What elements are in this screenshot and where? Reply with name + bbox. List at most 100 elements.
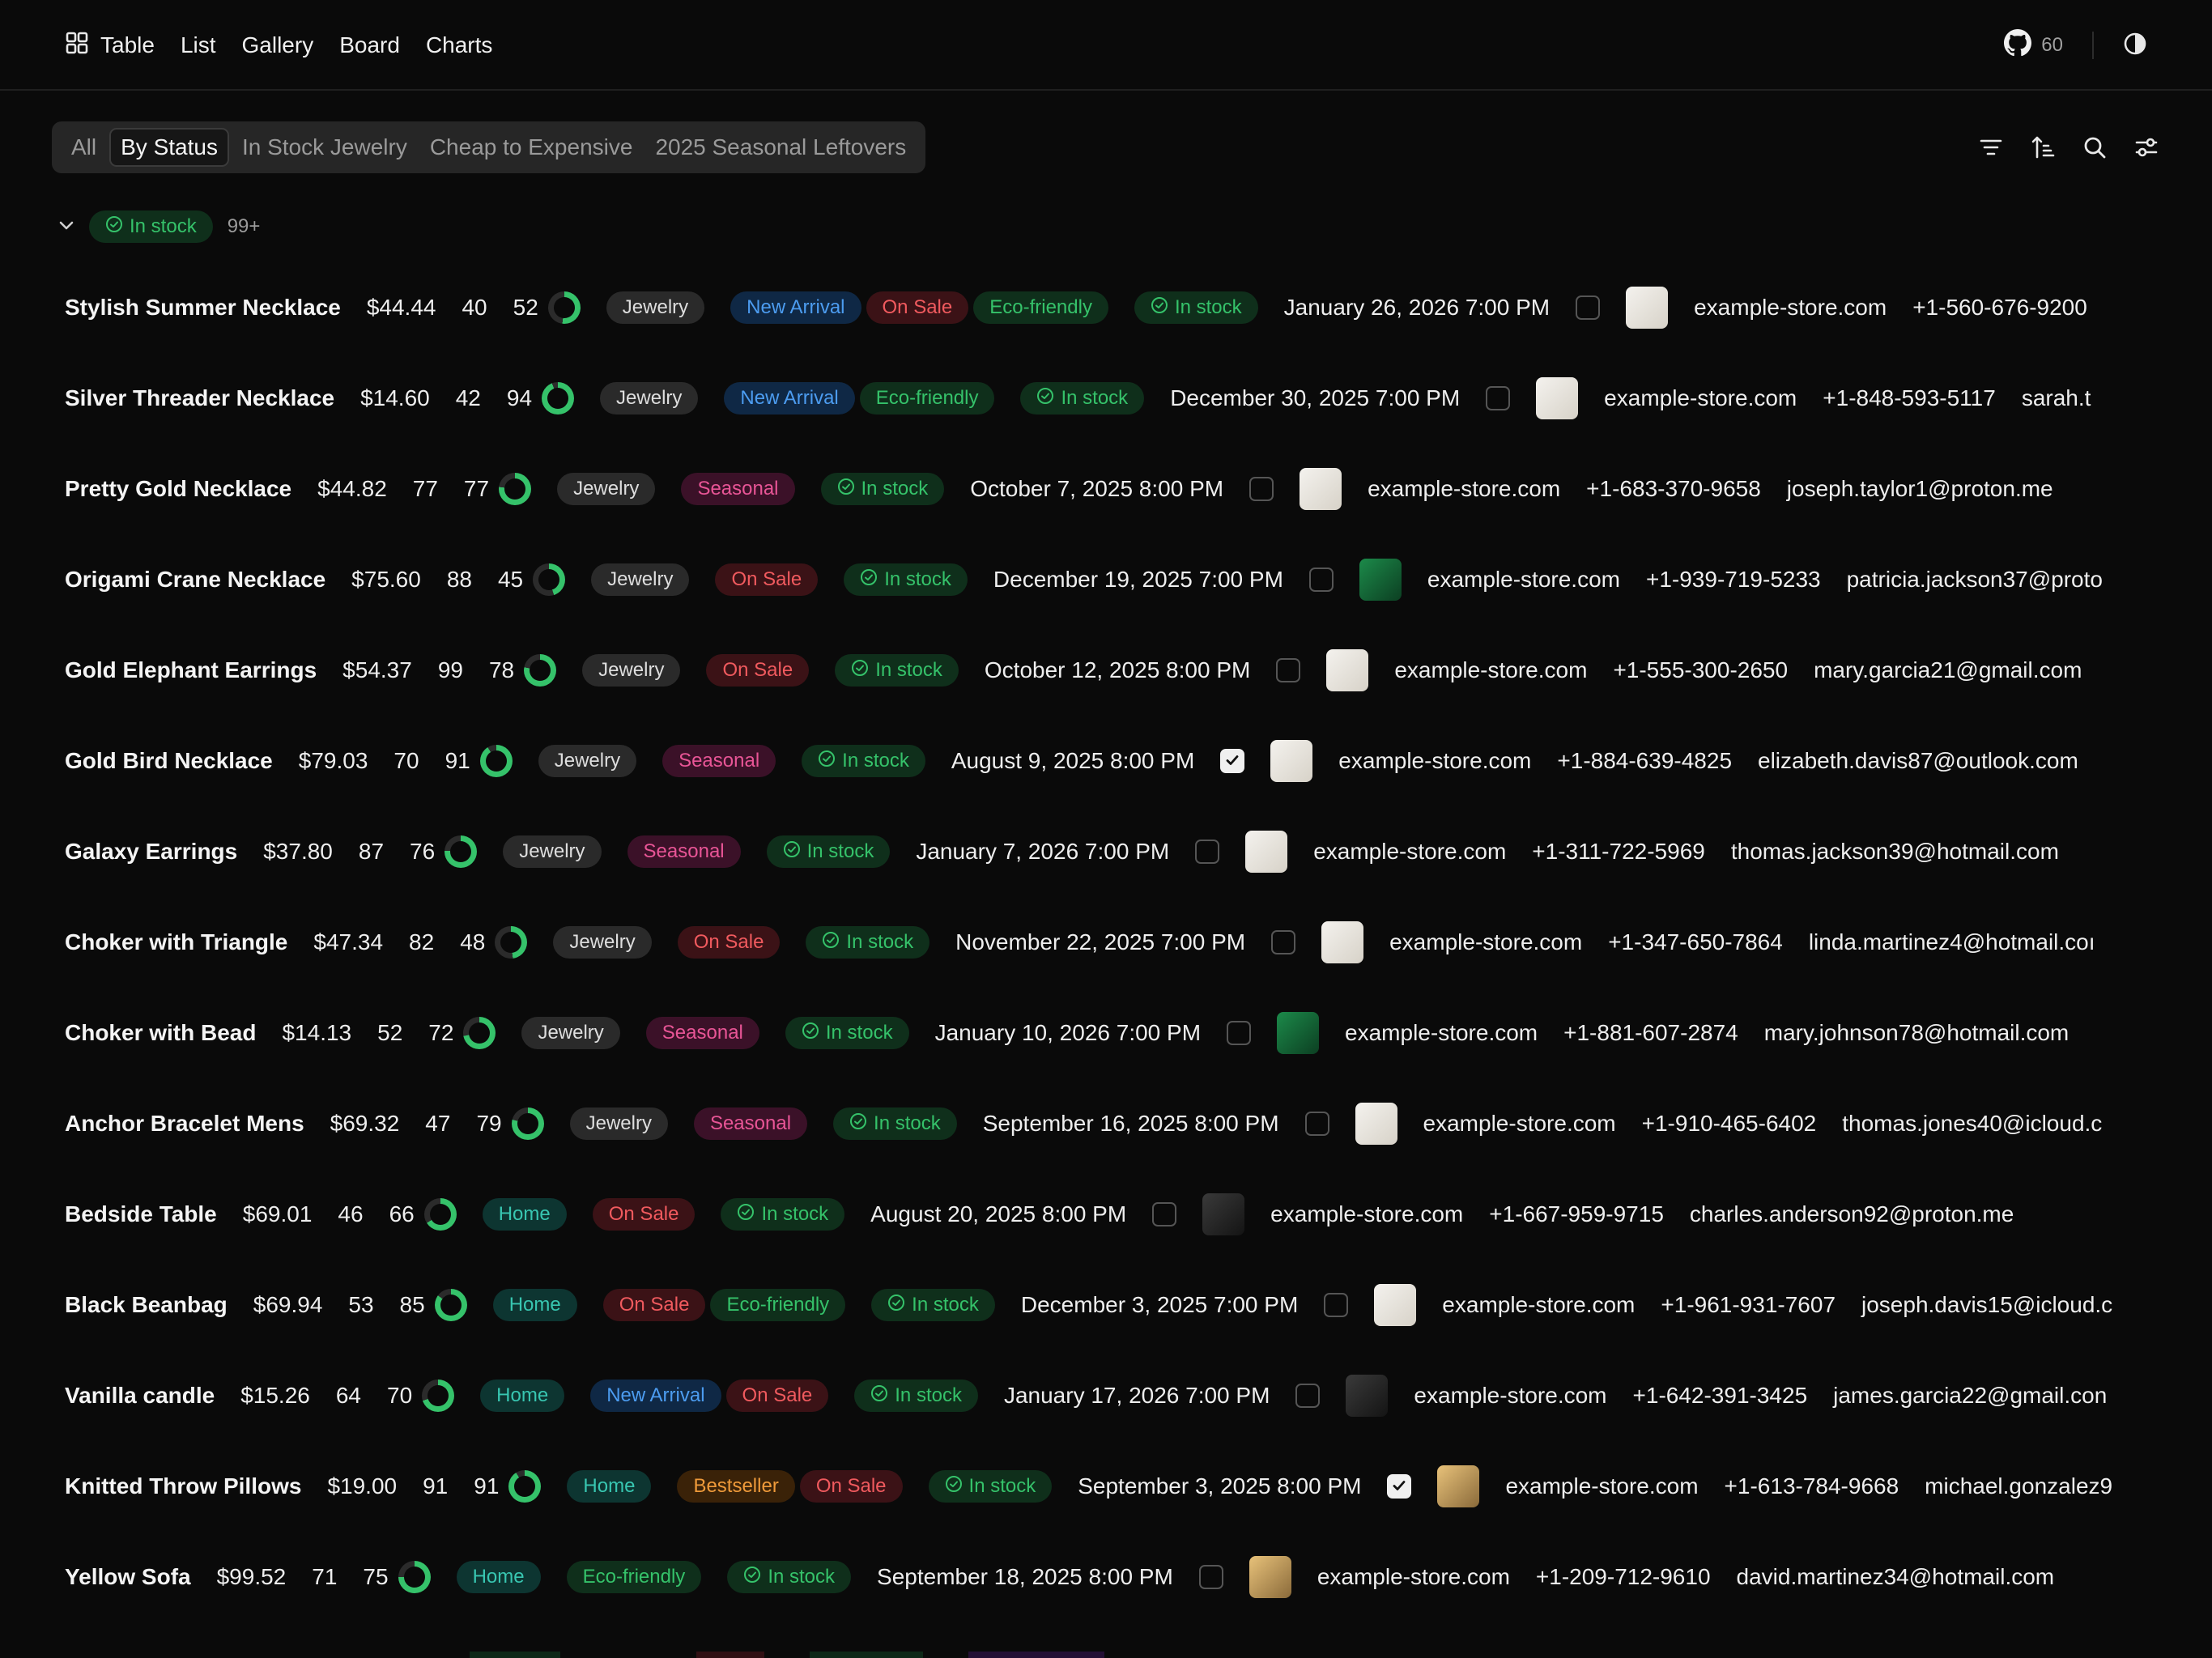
email[interactable]: thomas.jackson39@hotmail.com	[1731, 839, 2059, 865]
email[interactable]: mary.garcia21@gmail.com	[1814, 657, 2082, 683]
table-row[interactable]: Bedside Table $69.01 46 66 Home On Sale …	[65, 1174, 2014, 1255]
email[interactable]: elizabeth.davis87@outlook.com	[1758, 748, 2078, 774]
email[interactable]: linda.martinez4@hotmail.coı	[1809, 929, 2095, 955]
product-name[interactable]: Stylish Summer Necklace	[65, 295, 341, 321]
email[interactable]: david.martinez34@hotmail.com	[1737, 1564, 2055, 1590]
tab-seasonal-leftovers[interactable]: 2025 Seasonal Leftovers	[645, 128, 916, 167]
product-name[interactable]: Knitted Throw Pillows	[65, 1473, 301, 1499]
row-checkbox[interactable]	[1308, 568, 1334, 592]
row-checkbox[interactable]	[1304, 1112, 1329, 1136]
table-row[interactable]: Choker with Bead $14.13 52 72 Jewelry Se…	[65, 993, 2069, 1073]
website[interactable]: example-store.com	[1427, 567, 1620, 593]
nav-list[interactable]: List	[181, 32, 216, 58]
website[interactable]: example-store.com	[1313, 839, 1506, 865]
product-name[interactable]: Gold Elephant Earrings	[65, 657, 317, 683]
product-name[interactable]: Anchor Bracelet Mens	[65, 1111, 304, 1137]
row-checkbox[interactable]	[1324, 1293, 1349, 1317]
product-thumbnail[interactable]	[1277, 1012, 1320, 1054]
row-checkbox[interactable]	[1152, 1202, 1177, 1226]
table-row[interactable]: Galaxy Earrings $37.80 87 76 Jewelry Sea…	[65, 811, 2059, 892]
table-row[interactable]: Pretty Gold Necklace $44.82 77 77 Jewelr…	[65, 449, 2053, 529]
row-checkbox[interactable]	[1195, 840, 1220, 864]
row-checkbox[interactable]	[1276, 658, 1301, 682]
sort-icon[interactable]	[2029, 134, 2057, 161]
tab-all[interactable]: All	[62, 128, 106, 167]
website[interactable]: example-store.com	[1338, 748, 1531, 774]
table-row[interactable]: Black Beanbag $69.94 53 85 Home On Sale E…	[65, 1265, 2112, 1346]
table-row[interactable]: Gold Elephant Earrings $54.37 99 78 Jewe…	[65, 630, 2082, 711]
email[interactable]: joseph.taylor1@proton.me	[1787, 476, 2053, 502]
website[interactable]: example-store.com	[1414, 1383, 1606, 1409]
product-name[interactable]: Silver Threader Necklace	[65, 385, 334, 411]
website[interactable]: example-store.com	[1270, 1201, 1463, 1227]
search-icon[interactable]	[2081, 134, 2108, 161]
row-checkbox[interactable]	[1271, 930, 1296, 954]
settings-sliders-icon[interactable]	[2133, 134, 2160, 161]
product-name[interactable]: Choker with Triangle	[65, 929, 287, 955]
table-row[interactable]: Vanilla candle $15.26 64 70 Home New Arr…	[65, 1355, 2107, 1436]
product-name[interactable]: Yellow Sofa	[65, 1564, 191, 1590]
website[interactable]: example-store.com	[1604, 385, 1797, 411]
chevron-down-icon[interactable]	[57, 215, 76, 239]
nav-charts[interactable]: Charts	[426, 32, 492, 58]
group-header[interactable]: In stock 99+	[57, 209, 260, 244]
table-row[interactable]: Silver Threader Necklace $14.60 42 94 Je…	[65, 358, 2091, 439]
email[interactable]: charles.anderson92@proton.me	[1690, 1201, 2014, 1227]
product-thumbnail[interactable]	[1374, 1284, 1417, 1326]
table-row[interactable]: Gold Bird Necklace $79.03 70 91 Jewelry …	[65, 721, 2078, 801]
table-row[interactable]: Yellow Sofa $99.52 71 75 Home Eco-friend…	[65, 1537, 2054, 1618]
product-thumbnail[interactable]	[1326, 649, 1369, 691]
product-name[interactable]: Origami Crane Necklace	[65, 567, 325, 593]
email[interactable]: thomas.jones40@icloud.c	[1842, 1111, 2102, 1137]
product-name[interactable]: Gold Bird Necklace	[65, 748, 273, 774]
website[interactable]: example-store.com	[1394, 657, 1587, 683]
row-checkbox[interactable]	[1486, 386, 1511, 410]
table-row[interactable]: Stylish Summer Necklace $44.44 40 52 Jew…	[65, 267, 2113, 348]
product-name[interactable]: Pretty Gold Necklace	[65, 476, 291, 502]
product-name[interactable]: Galaxy Earrings	[65, 839, 237, 865]
table-row[interactable]: Choker with Triangle $47.34 82 48 Jewelr…	[65, 902, 2095, 983]
website[interactable]: example-store.com	[1694, 295, 1887, 321]
row-checkbox[interactable]	[1576, 295, 1601, 320]
product-thumbnail[interactable]	[1536, 377, 1579, 419]
product-thumbnail[interactable]	[1437, 1465, 1480, 1507]
tab-by-status[interactable]: By Status	[109, 128, 229, 167]
github-link[interactable]: 60	[2004, 28, 2063, 62]
row-checkbox[interactable]	[1198, 1565, 1223, 1589]
row-checkbox[interactable]	[1249, 477, 1274, 501]
nav-board[interactable]: Board	[339, 32, 400, 58]
product-thumbnail[interactable]	[1346, 1375, 1389, 1417]
row-checkbox[interactable]	[1387, 1474, 1412, 1499]
product-thumbnail[interactable]	[1355, 1103, 1397, 1145]
email[interactable]: sarah.t	[2022, 385, 2091, 411]
product-thumbnail[interactable]	[1300, 468, 1342, 510]
product-thumbnail[interactable]	[1359, 559, 1402, 601]
product-thumbnail[interactable]	[1245, 831, 1288, 873]
product-thumbnail[interactable]	[1626, 287, 1669, 329]
product-name[interactable]: Black Beanbag	[65, 1292, 228, 1318]
website[interactable]: example-store.com	[1423, 1111, 1616, 1137]
table-row[interactable]: Anchor Bracelet Mens $69.32 47 79 Jewelr…	[65, 1083, 2102, 1164]
website[interactable]: example-store.com	[1389, 929, 1582, 955]
product-thumbnail[interactable]	[1270, 740, 1313, 782]
website[interactable]: example-store.com	[1368, 476, 1560, 502]
website[interactable]: example-store.com	[1442, 1292, 1635, 1318]
row-checkbox[interactable]	[1295, 1384, 1321, 1408]
row-checkbox[interactable]	[1227, 1021, 1252, 1045]
product-thumbnail[interactable]	[1202, 1193, 1245, 1235]
product-thumbnail[interactable]	[1321, 921, 1364, 963]
product-name[interactable]: Vanilla candle	[65, 1383, 215, 1409]
nav-gallery[interactable]: Gallery	[242, 32, 314, 58]
product-thumbnail[interactable]	[1249, 1556, 1291, 1598]
email[interactable]: james.garcia22@gmail.con	[1833, 1383, 2107, 1409]
table-row[interactable]: Knitted Throw Pillows $19.00 91 91 Home …	[65, 1446, 2112, 1527]
row-checkbox[interactable]	[1220, 749, 1245, 773]
theme-toggle-icon[interactable]	[2123, 32, 2147, 60]
nav-table[interactable]: Table	[65, 31, 155, 61]
tab-cheap-to-expensive[interactable]: Cheap to Expensive	[420, 128, 643, 167]
product-name[interactable]: Bedside Table	[65, 1201, 217, 1227]
email[interactable]: patricia.jackson37@proto	[1847, 567, 2103, 593]
website[interactable]: example-store.com	[1505, 1473, 1698, 1499]
email[interactable]: joseph.davis15@icloud.c	[1861, 1292, 2112, 1318]
filter-icon[interactable]	[1977, 134, 2005, 161]
